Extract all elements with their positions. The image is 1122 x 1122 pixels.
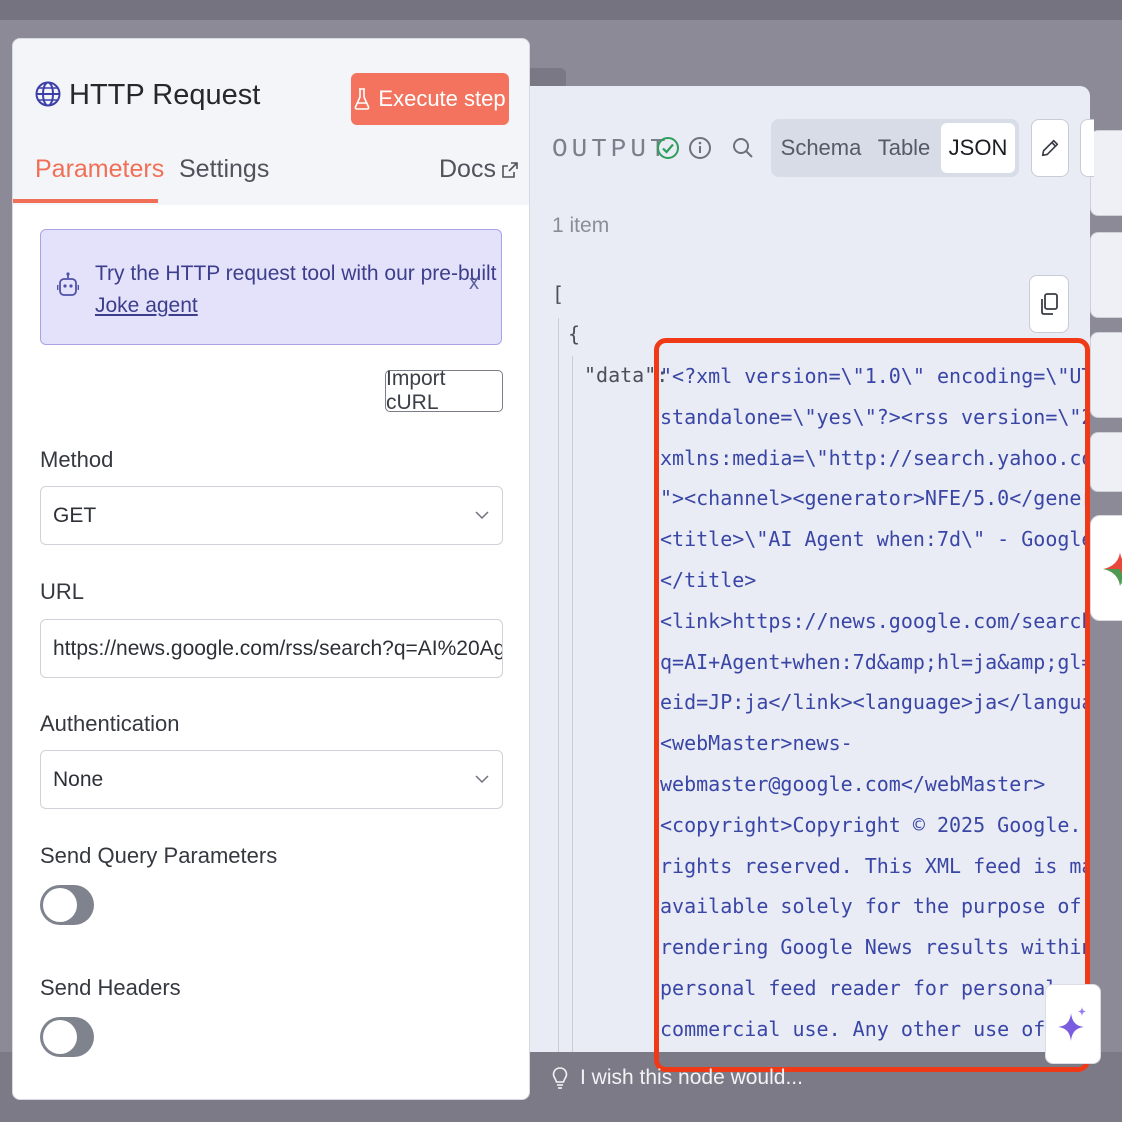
json-value-line: eid=JP:ja</link><language>ja</language> — [660, 690, 1086, 715]
copy-json-button[interactable] — [1029, 275, 1069, 333]
url-value: https://news.google.com/rss/search?q=AI%… — [53, 636, 502, 660]
indent-guide — [558, 318, 559, 1052]
ai-assistant-button[interactable] — [1045, 984, 1101, 1064]
active-tab-indicator — [13, 199, 158, 203]
close-promo-button[interactable]: x — [469, 272, 479, 295]
json-value-line: q=AI+Agent+when:7d&amp;hl=ja&amp;gl=JP&a… — [660, 649, 1086, 674]
url-input[interactable]: https://news.google.com/rss/search?q=AI%… — [40, 619, 503, 678]
json-value-line: rendering Google News results within a — [660, 935, 1086, 960]
import-curl-button[interactable]: Import cURL — [385, 367, 503, 414]
send-query-parameters-toggle[interactable] — [40, 885, 94, 925]
json-value-line: webmaster@google.com</webMaster> — [660, 771, 1046, 796]
execute-step-button[interactable]: Execute step — [351, 73, 509, 125]
json-value-line: standalone=\"yes\"?><rss version=\"2.0\" — [660, 404, 1086, 429]
canvas-node-fragment — [1090, 130, 1122, 216]
json-value-data: "<?xml version=\"1.0\" encoding=\"UTF-8\… — [660, 356, 1086, 1046]
indent-guide — [572, 356, 573, 1052]
toggle-knob — [43, 1020, 77, 1054]
joke-agent-link[interactable]: Joke agent — [95, 290, 497, 322]
json-array-open: [ — [552, 282, 565, 306]
promo-callout: Try the HTTP request tool with our pre-b… — [40, 229, 502, 345]
json-value-line: personal feed reader for personal, non- — [660, 975, 1086, 1000]
canvas-top-strip — [0, 0, 1122, 20]
canvas-node-fragment — [1090, 432, 1122, 492]
authentication-label: Authentication — [40, 711, 180, 736]
json-value-line: <link>https://news.google.com/search? — [660, 608, 1086, 633]
url-label: URL — [40, 579, 85, 604]
send-headers-label: Send Headers — [40, 975, 181, 1000]
json-value-line: "><channel><generator>NFE/5.0</generator… — [660, 486, 1086, 511]
promo-text: Try the HTTP request tool with our pre-b… — [95, 258, 497, 322]
tab-docs-label: Docs — [439, 155, 496, 183]
json-value-line: </title> — [660, 567, 757, 592]
lightbulb-icon — [552, 1067, 568, 1089]
json-value-line: <webMaster>news- — [660, 731, 853, 756]
json-key-data: "data": — [584, 363, 669, 387]
json-value-line: xmlns:media=\"http://search.yahoo.com/mr… — [660, 445, 1086, 470]
json-value-line: <copyright>Copyright © 2025 Google. All — [660, 812, 1086, 837]
method-select[interactable]: GET — [40, 486, 503, 545]
promo-message: Try the HTTP request tool with our pre-b… — [95, 262, 497, 285]
authentication-value: None — [53, 767, 104, 791]
canvas-node-fragment — [1090, 232, 1122, 318]
flask-icon — [355, 88, 370, 110]
send-query-parameters-label: Send Query Parameters — [40, 843, 278, 868]
node-title: HTTP Request — [69, 79, 261, 111]
canvas-node-fragment — [1090, 332, 1122, 418]
node-header: HTTP Request Execute step Parameters Set… — [13, 39, 529, 205]
globe-icon — [35, 81, 61, 107]
robot-icon — [57, 272, 79, 296]
send-headers-toggle[interactable] — [40, 1017, 94, 1057]
chevron-down-icon — [475, 775, 489, 784]
sparkle-icon — [1058, 1007, 1086, 1041]
json-value-line: rights reserved. This XML feed is made — [660, 853, 1086, 878]
external-link-icon — [502, 161, 518, 178]
json-value-line: available solely for the purpose of — [660, 894, 1082, 919]
tab-parameters[interactable]: Parameters — [35, 155, 164, 184]
json-object-open: { — [568, 322, 581, 346]
chevron-down-icon — [475, 511, 489, 520]
json-view: [ { "data": "<?xml version=\"1.0\" encod… — [528, 86, 1090, 1072]
node-parameters-panel: HTTP Request Execute step Parameters Set… — [12, 38, 530, 1100]
json-value-line: "<?xml version=\"1.0\" encoding=\"UTF-8\… — [660, 364, 1086, 388]
json-value-line: <title>\"AI Agent when:7d\" - Google ニュー… — [660, 527, 1086, 552]
copy-icon — [1041, 293, 1058, 315]
tab-docs[interactable]: Docs — [439, 155, 518, 184]
toggle-knob — [43, 888, 77, 922]
output-panel: OUTPUT Schema Table JSON 1 item [ { "dat… — [528, 86, 1101, 1072]
authentication-select[interactable]: None — [40, 750, 503, 809]
json-value-line: commercial use. Any other use of the fee… — [660, 1016, 1086, 1041]
execute-step-label: Execute step — [378, 86, 506, 111]
gemini-star-icon — [1103, 552, 1122, 586]
method-label: Method — [40, 447, 114, 472]
assistant-launcher[interactable] — [1090, 515, 1122, 621]
feedback-prompt[interactable]: I wish this node would... — [552, 1066, 803, 1090]
method-value: GET — [53, 503, 97, 527]
feedback-text: I wish this node would... — [580, 1066, 803, 1089]
tab-settings[interactable]: Settings — [179, 155, 269, 184]
